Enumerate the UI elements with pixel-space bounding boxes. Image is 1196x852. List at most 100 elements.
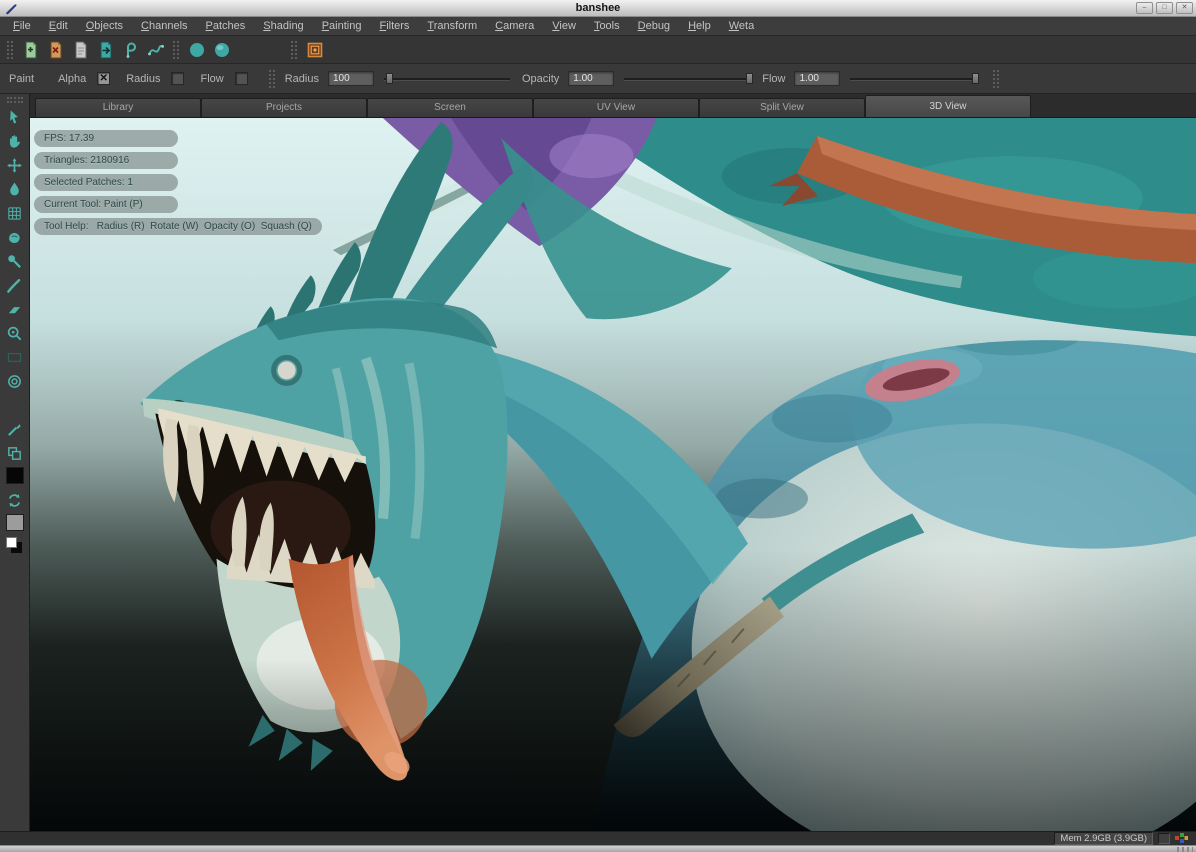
radius-input[interactable]: 100 [328,71,374,86]
menu-shading[interactable]: Shading [254,20,312,32]
slider-thumb[interactable] [746,73,753,84]
menu-view[interactable]: View [543,20,585,32]
menu-edit[interactable]: Edit [40,20,77,32]
move-tool-icon[interactable] [4,155,26,176]
projection-toolbar-group [302,38,327,61]
basic-shading-icon[interactable] [210,38,233,61]
slider-group-radius: Radius 100 [285,71,510,86]
palette-drag-handle[interactable] [7,97,23,103]
viewport-3d: FPS: 17.39Triangles: 2180916Selected Pat… [30,117,1196,831]
opacity-slider[interactable] [624,72,750,85]
radius-slider[interactable] [384,72,510,85]
warp-tool-icon[interactable] [4,203,26,224]
hud-pill: FPS: 17.39 [34,130,178,147]
status-button[interactable] [1158,833,1170,844]
hud-overlay: FPS: 17.39Triangles: 2180916Selected Pat… [34,130,322,235]
memory-usage: Mem 2.9GB (3.9GB) [1054,832,1153,845]
paint-brush-tool-icon[interactable] [4,275,26,296]
copy-patch-tool-icon[interactable] [4,443,26,464]
paint-toggles: Alpha✕ Radius Flow [58,72,264,85]
tab-uv-view[interactable]: UV View [533,98,699,117]
close-button[interactable]: ✕ [1176,2,1193,14]
menu-transform[interactable]: Transform [418,20,486,32]
eraser-tool-icon[interactable] [4,299,26,320]
window-title: banshee [0,2,1196,14]
paint-through-icon[interactable] [119,38,142,61]
menu-weta[interactable]: Weta [720,20,763,32]
menu-debug[interactable]: Debug [629,20,679,32]
resize-grip[interactable] [1177,847,1193,852]
slider-group-flow: Flow1.00 [762,71,976,86]
menu-help[interactable]: Help [679,20,720,32]
tool-palette [0,94,30,831]
toolbar-drag-handle[interactable] [269,70,275,88]
tab-projects[interactable]: Projects [201,98,367,117]
export-icon[interactable] [94,38,117,61]
slider-label-radius: Radius [285,73,319,85]
projection-mask-icon[interactable] [303,38,326,61]
menu-channels[interactable]: Channels [132,20,197,32]
shading-toolbar-group [184,38,259,61]
toolbar-drag-handle[interactable] [173,41,179,59]
close-project-icon[interactable] [44,38,67,61]
toolbar-drag-handle[interactable] [993,70,999,88]
flow-input[interactable]: 1.00 [794,71,840,86]
sphere-brush-tool-icon[interactable] [4,395,26,416]
toolbar-drag-handle[interactable] [7,41,13,59]
drop-tool-icon[interactable] [4,179,26,200]
foreground-color-swatch[interactable] [6,467,24,484]
full-shading-icon[interactable] [235,38,258,61]
toggle-alpha: Alpha✕ [58,72,110,85]
flat-shading-icon[interactable] [185,38,208,61]
checkbox-flow[interactable] [235,72,248,85]
pan-tool-icon[interactable] [4,131,26,152]
tab-3d-view[interactable]: 3D View [865,95,1031,117]
toolbar-drag-handle[interactable] [291,41,297,59]
menu-tools[interactable]: Tools [585,20,629,32]
view-column: LibraryProjectsScreenUV ViewSplit View3D… [30,94,1196,831]
menu-patches[interactable]: Patches [197,20,255,32]
tab-library[interactable]: Library [35,98,201,117]
curve-tool-icon[interactable] [144,38,167,61]
reset-colors-swatch[interactable] [6,537,17,548]
active-tool-label: Paint [9,73,34,85]
flow-slider[interactable] [850,72,976,85]
maximize-button[interactable]: □ [1156,2,1173,14]
minimize-button[interactable]: – [1136,2,1153,14]
tab-screen[interactable]: Screen [367,98,533,117]
title-bar[interactable]: banshee –□✕ [0,0,1196,17]
airbrush-tool-icon[interactable] [4,251,26,272]
menu-filters[interactable]: Filters [370,20,418,32]
swap-colors-icon[interactable] [4,490,26,511]
opacity-input[interactable]: 1.00 [568,71,614,86]
slider-group-opacity: Opacity1.00 [522,71,750,86]
smear-tool-icon[interactable] [4,227,26,248]
menu-objects[interactable]: Objects [77,20,132,32]
new-project-icon[interactable] [19,38,42,61]
checkbox-alpha[interactable]: ✕ [97,72,110,85]
toggle-label-radius: Radius [126,73,160,85]
save-project-icon[interactable] [69,38,92,61]
menu-camera[interactable]: Camera [486,20,543,32]
clone-stamp-tool-icon[interactable] [4,323,26,344]
slider-thumb[interactable] [386,73,393,84]
gradient-tool-icon[interactable] [4,347,26,368]
main-area: LibraryProjectsScreenUV ViewSplit View3D… [0,94,1196,831]
paint-sliders: Radius 100 Opacity1.00 Flow1.00 [285,71,989,86]
hud-pill: Selected Patches: 1 [34,174,178,191]
toggle-label-flow: Flow [200,73,223,85]
slider-thumb[interactable] [972,73,979,84]
select-tool-icon[interactable] [4,107,26,128]
menu-file[interactable]: File [4,20,40,32]
pen-tool-icon[interactable] [4,419,26,440]
vortex-tool-icon[interactable] [4,371,26,392]
status-bar: Mem 2.9GB (3.9GB) [0,831,1196,845]
checkbox-radius[interactable] [171,72,184,85]
activity-indicator-icon [1175,833,1188,844]
window-frame-bottom [0,845,1196,852]
menu-painting[interactable]: Painting [313,20,371,32]
background-color-swatch[interactable] [6,514,24,531]
window-controls: –□✕ [1136,2,1193,14]
tab-split-view[interactable]: Split View [699,98,865,117]
app-window: banshee –□✕ FileEditObjectsChannelsPatch… [0,0,1196,852]
